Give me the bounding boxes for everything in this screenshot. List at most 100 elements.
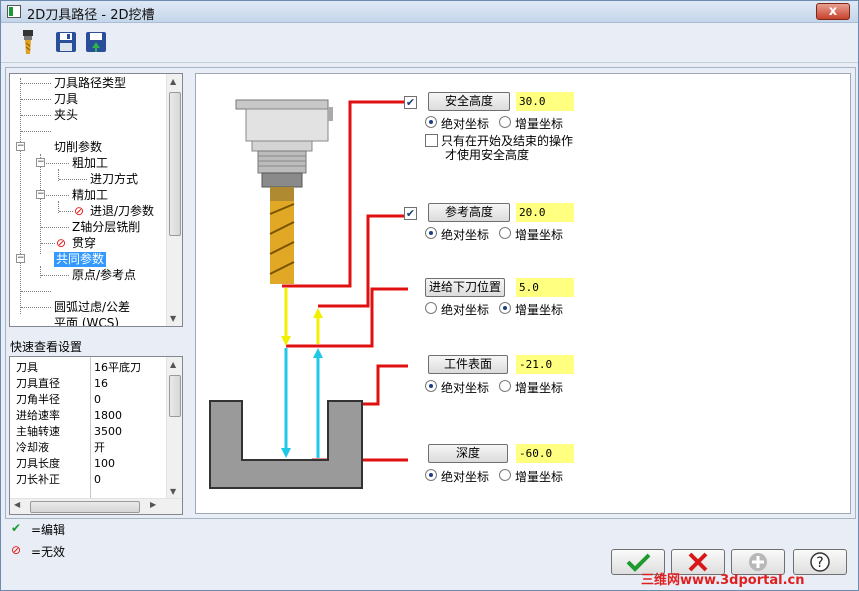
- tree-guide: [41, 227, 69, 228]
- tool-holder-nut: [261, 172, 303, 188]
- tool-icon[interactable]: [15, 28, 41, 56]
- clearance-input[interactable]: 30.0: [516, 92, 574, 111]
- tree-item-home-ref-point[interactable]: 原点/参考点: [72, 268, 136, 283]
- feed-plane-input[interactable]: 5.0: [516, 278, 574, 297]
- linking-parameters-panel: ✔ 安全高度 30.0 绝对坐标 增量坐标 只有在开始及结束的操作 才使用安全高…: [195, 73, 851, 514]
- clearance-incremental-radio[interactable]: [499, 116, 511, 128]
- reload-icon[interactable]: [83, 28, 109, 56]
- retract-incremental-radio[interactable]: [499, 227, 511, 239]
- close-button[interactable]: x: [816, 3, 850, 20]
- checkmark-icon: ✔: [11, 521, 22, 535]
- tree-item-depth-cuts[interactable]: Z轴分层铣削: [72, 220, 140, 235]
- clearance-button[interactable]: 安全高度: [428, 92, 510, 111]
- tree-scrollbar[interactable]: ▲ ▼: [166, 74, 182, 326]
- tree-item-linking-params[interactable]: 共同参数: [54, 252, 107, 267]
- tree-guide: [41, 195, 69, 196]
- tree-item-planes[interactable]: 平面 (WCS): [54, 316, 119, 326]
- dialog-window: 2D刀具路径 - 2D挖槽 x 刀具路径类型 刀具 夹头 − 切削参数 − 粗加…: [0, 0, 859, 591]
- tree-guide: [21, 307, 51, 308]
- depth-button[interactable]: 深度: [428, 444, 508, 463]
- feed-plane-leader: [286, 287, 408, 348]
- legend-edited: =编辑: [31, 523, 66, 537]
- disabled-icon: ⊘: [74, 204, 85, 218]
- retract-absolute-label: 绝对坐标: [441, 228, 490, 242]
- save-icon[interactable]: [53, 28, 79, 56]
- tree-item-cut-params[interactable]: 切削参数: [54, 140, 102, 155]
- top-of-stock-incremental-radio[interactable]: [499, 380, 511, 392]
- tree-item-roughing[interactable]: 粗加工: [72, 156, 108, 171]
- expander-minus-icon[interactable]: −: [16, 142, 25, 151]
- expander-minus-icon[interactable]: −: [16, 254, 25, 263]
- tree-guide: [21, 99, 51, 100]
- tree-guide: [21, 83, 51, 84]
- expander-minus-icon[interactable]: −: [36, 158, 45, 167]
- top-stock-leader: [346, 364, 408, 406]
- window-title: 2D刀具路径 - 2D挖槽: [27, 8, 155, 23]
- feed-plane-button[interactable]: 进给下刀位置: [425, 278, 505, 297]
- depth-incremental-label: 增量坐标: [515, 470, 564, 484]
- tree-guide: [41, 275, 69, 276]
- tree-guide: [21, 291, 51, 292]
- tree-item-finishing[interactable]: 精加工: [72, 188, 108, 203]
- tree-guide: [40, 266, 41, 278]
- app-icon: [7, 5, 21, 18]
- clearance-absolute-label: 绝对坐标: [441, 117, 490, 131]
- start-end-only-label-2: 才使用安全高度: [445, 148, 530, 162]
- tree-item-tool[interactable]: 刀具: [54, 92, 78, 107]
- quick-view-table: 刀具 16平底刀 刀具直径 16 刀角半径 0 进给速率 1800 主轴转速 3500 冷…: [9, 356, 183, 515]
- title-bar: 2D刀具路径 - 2D挖槽 x: [1, 1, 858, 23]
- tree-item-arc-filter[interactable]: 圆弧过虑/公差: [54, 300, 130, 315]
- top-of-stock-input[interactable]: -21.0: [516, 355, 574, 374]
- parameter-tree: 刀具路径类型 刀具 夹头 − 切削参数 − 粗加工 进刀方式 − 精加工 ⊘ 进…: [9, 73, 183, 327]
- quick-view-title: 快速查看设置: [10, 340, 83, 354]
- depth-input[interactable]: -60.0: [516, 444, 574, 463]
- tree-guide: [59, 211, 73, 212]
- top-of-stock-button[interactable]: 工件表面: [428, 355, 508, 374]
- tool-holder-flange: [235, 99, 329, 110]
- top-of-stock-absolute-label: 绝对坐标: [441, 381, 490, 395]
- retract-input[interactable]: 20.0: [516, 203, 574, 222]
- tree-guide: [20, 78, 21, 314]
- tree-guide: [21, 131, 51, 132]
- retract-incremental-label: 增量坐标: [515, 228, 564, 242]
- quick-view-hscroll[interactable]: ◀ ▶: [10, 498, 182, 514]
- legend-disabled: =无效: [31, 545, 66, 559]
- depth-absolute-radio[interactable]: [425, 469, 437, 481]
- tree-item-break-through[interactable]: 贯穿: [72, 236, 96, 251]
- retract-button[interactable]: 参考高度: [428, 203, 510, 222]
- top-of-stock-absolute-radio[interactable]: [425, 380, 437, 392]
- retract-leader: [318, 214, 408, 308]
- feed-plane-incremental-label: 增量坐标: [515, 303, 564, 317]
- tree-item-lead-in-out[interactable]: 进退/刀参数: [90, 204, 154, 219]
- depth-incremental-radio[interactable]: [499, 469, 511, 481]
- disabled-icon: ⊘: [56, 236, 67, 250]
- disabled-icon: ⊘: [11, 543, 22, 557]
- retract-absolute-radio[interactable]: [425, 227, 437, 239]
- start-end-only-checkbox[interactable]: [425, 134, 438, 147]
- depth-absolute-label: 绝对坐标: [441, 470, 490, 484]
- tree-guide: [41, 163, 69, 164]
- top-of-stock-incremental-label: 增量坐标: [515, 381, 564, 395]
- feed-plane-absolute-radio[interactable]: [425, 302, 437, 314]
- tool-holder-collar: [251, 140, 313, 152]
- tree-item-entry-motion[interactable]: 进刀方式: [90, 172, 138, 187]
- tree-guide: [59, 179, 87, 180]
- tool-holder-notch: [328, 107, 333, 121]
- toolbar: [1, 23, 858, 63]
- tree-item-holder[interactable]: 夹头: [54, 108, 78, 123]
- tree-item-toolpath-type[interactable]: 刀具路径类型: [54, 76, 126, 91]
- tree-guide: [41, 243, 55, 244]
- clearance-checkbox[interactable]: ✔: [404, 96, 417, 109]
- tool-holder-thread: [257, 150, 307, 174]
- clearance-incremental-label: 增量坐标: [515, 117, 564, 131]
- tree-guide: [21, 115, 51, 116]
- tree-guide: [40, 154, 41, 254]
- tool-holder-body: [245, 108, 329, 142]
- quick-view-vscroll[interactable]: ▲ ▼: [166, 357, 182, 499]
- feed-plane-incremental-radio[interactable]: [499, 302, 511, 314]
- clearance-absolute-radio[interactable]: [425, 116, 437, 128]
- tool-shank: [270, 187, 294, 201]
- retract-checkbox[interactable]: ✔: [404, 207, 417, 220]
- expander-minus-icon[interactable]: −: [36, 190, 45, 199]
- watermark-text: 三维网www.3dportal.cn: [641, 573, 805, 588]
